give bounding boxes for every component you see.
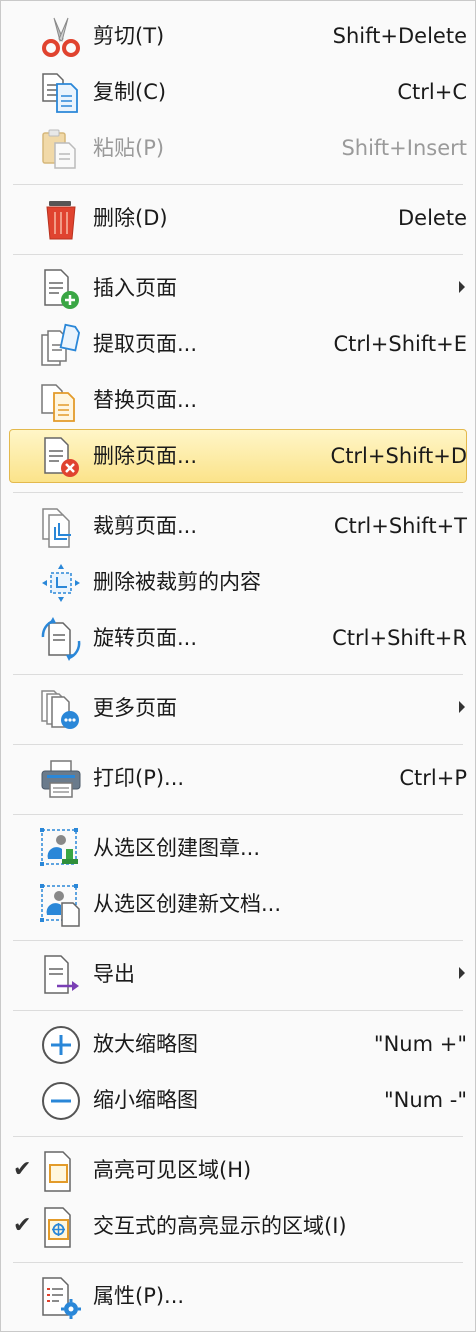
menu-label: 交互式的高亮显示的区域(I) — [93, 1214, 347, 1238]
menu-label: 缩小缩略图 — [93, 1088, 198, 1112]
menu-item-print[interactable]: 打印(P)... Ctrl+P — [9, 751, 467, 805]
menu-separator — [13, 814, 463, 815]
menu-shortcut: Ctrl+Shift+T — [333, 514, 467, 538]
remove-crop-icon — [39, 561, 83, 605]
menu-item-zoom-in-thumbnails[interactable]: 放大缩略图 "Num +" — [9, 1017, 467, 1071]
menu-label: 旋转页面... — [93, 626, 198, 650]
menu-item-paste[interactable]: 粘贴(P) Shift+Insert — [9, 121, 467, 175]
extract-pages-icon — [39, 323, 83, 367]
document-from-selection-icon — [39, 883, 83, 927]
context-menu: 剪切(T) Shift+Delete 复制(C) Ctrl+C 粘贴(P) Sh… — [0, 0, 476, 1332]
export-icon — [39, 953, 83, 997]
rotate-pages-icon — [39, 617, 83, 661]
menu-shortcut: Ctrl+Shift+E — [333, 332, 467, 356]
menu-label: 更多页面 — [93, 696, 177, 720]
menu-label: 高亮可见区域(H) — [93, 1158, 252, 1182]
menu-label: 复制(C) — [93, 80, 167, 104]
menu-shortcut: "Num -" — [383, 1088, 467, 1112]
menu-item-more-pages[interactable]: 更多页面 — [9, 681, 467, 735]
submenu-arrow-icon — [459, 281, 465, 293]
menu-label: 裁剪页面... — [93, 514, 198, 538]
menu-item-create-document[interactable]: 从选区创建新文档... — [9, 877, 467, 931]
copy-icon — [39, 71, 83, 115]
menu-label: 属性(P)... — [93, 1284, 185, 1308]
menu-separator — [13, 492, 463, 493]
crop-pages-icon — [39, 505, 83, 549]
menu-label: 导出 — [93, 962, 135, 986]
menu-label: 粘贴(P) — [93, 136, 165, 160]
menu-label: 提取页面... — [93, 332, 198, 356]
replace-pages-icon — [39, 379, 83, 423]
menu-item-delete[interactable]: 删除(D) Delete — [9, 191, 467, 245]
menu-separator — [13, 1262, 463, 1263]
menu-shortcut: Ctrl+P — [399, 766, 467, 790]
menu-item-rotate-pages[interactable]: 旋转页面... Ctrl+Shift+R — [9, 611, 467, 665]
checkmark-icon: ✔ — [13, 1213, 32, 1238]
menu-item-copy[interactable]: 复制(C) Ctrl+C — [9, 65, 467, 119]
stamp-from-selection-icon — [39, 827, 83, 871]
delete-page-icon — [39, 435, 83, 479]
menu-label: 剪切(T) — [93, 24, 165, 48]
menu-shortcut: Delete — [398, 206, 467, 230]
menu-separator — [13, 1010, 463, 1011]
menu-item-insert-pages[interactable]: 插入页面 — [9, 261, 467, 315]
menu-label: 从选区创建图章... — [93, 836, 261, 860]
menu-label: 删除页面... — [93, 444, 198, 468]
menu-label: 插入页面 — [93, 276, 177, 300]
menu-item-create-stamp[interactable]: 从选区创建图章... — [9, 821, 467, 875]
menu-item-delete-cropped[interactable]: 删除被裁剪的内容 — [9, 555, 467, 609]
menu-label: 打印(P)... — [93, 766, 185, 790]
menu-separator — [13, 940, 463, 941]
menu-item-properties[interactable]: 属性(P)... — [9, 1269, 467, 1323]
menu-separator — [13, 674, 463, 675]
menu-shortcut: Ctrl+C — [397, 80, 467, 104]
paste-icon — [39, 127, 83, 171]
menu-shortcut: "Num +" — [373, 1032, 467, 1056]
plus-circle-icon — [39, 1023, 83, 1067]
checkmark-icon: ✔ — [13, 1157, 32, 1182]
menu-shortcut: Shift+Delete — [332, 24, 467, 48]
menu-shortcut: Ctrl+Shift+D — [330, 444, 467, 468]
menu-item-highlight-visible-area[interactable]: ✔ 高亮可见区域(H) — [9, 1143, 467, 1197]
menu-shortcut: Shift+Insert — [341, 136, 467, 160]
menu-label: 放大缩略图 — [93, 1032, 198, 1056]
menu-item-replace-pages[interactable]: 替换页面... — [9, 373, 467, 427]
interactive-highlight-icon — [39, 1205, 83, 1249]
highlight-area-icon — [39, 1149, 83, 1193]
more-pages-icon — [39, 687, 83, 731]
menu-label: 删除被裁剪的内容 — [93, 570, 261, 594]
menu-item-cut[interactable]: 剪切(T) Shift+Delete — [9, 9, 467, 63]
menu-item-delete-pages[interactable]: 删除页面... Ctrl+Shift+D — [9, 429, 467, 483]
menu-shortcut: Ctrl+Shift+R — [332, 626, 467, 650]
menu-separator — [13, 1136, 463, 1137]
menu-separator — [13, 254, 463, 255]
menu-item-interactive-highlight[interactable]: ✔ 交互式的高亮显示的区域(I) — [9, 1199, 467, 1253]
submenu-arrow-icon — [459, 701, 465, 713]
menu-label: 从选区创建新文档... — [93, 892, 282, 916]
menu-item-crop-pages[interactable]: 裁剪页面... Ctrl+Shift+T — [9, 499, 467, 553]
menu-item-export[interactable]: 导出 — [9, 947, 467, 1001]
menu-separator — [13, 184, 463, 185]
menu-item-zoom-out-thumbnails[interactable]: 缩小缩略图 "Num -" — [9, 1073, 467, 1127]
submenu-arrow-icon — [459, 967, 465, 979]
scissors-icon — [39, 15, 83, 59]
properties-icon — [39, 1275, 83, 1319]
trash-icon — [39, 197, 83, 241]
printer-icon — [39, 757, 83, 801]
menu-separator — [13, 744, 463, 745]
menu-label: 替换页面... — [93, 388, 198, 412]
menu-item-extract-pages[interactable]: 提取页面... Ctrl+Shift+E — [9, 317, 467, 371]
menu-label: 删除(D) — [93, 206, 168, 230]
minus-circle-icon — [39, 1079, 83, 1123]
insert-page-icon — [39, 267, 83, 311]
